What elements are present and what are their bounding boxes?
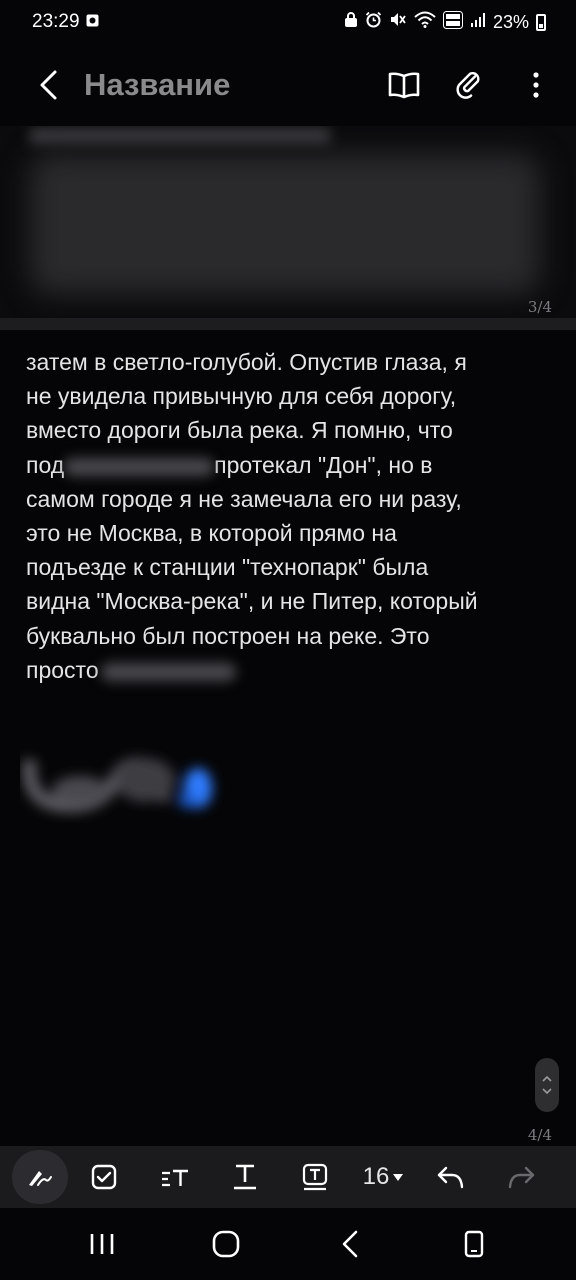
- status-time: 23:29: [32, 11, 80, 32]
- handwriting-drawing[interactable]: [20, 730, 230, 830]
- open-book-icon: [388, 72, 420, 99]
- font-size-value: 16: [362, 1163, 390, 1190]
- redacted-line: [30, 128, 330, 144]
- top-app-bar: Название: [0, 44, 576, 126]
- notification-icon: [86, 11, 99, 33]
- redacted-word: [64, 457, 215, 476]
- text-style-button[interactable]: [140, 1150, 210, 1204]
- more-vertical-icon: [533, 72, 539, 98]
- pen-icon: [29, 1171, 52, 1186]
- system-navigation-bar: [0, 1208, 576, 1280]
- page-indicator-3: 3/4: [527, 298, 552, 316]
- text-style-icon: [162, 1169, 188, 1187]
- battery-icon: [536, 13, 546, 31]
- signal-icon: [470, 12, 486, 33]
- system-back-button[interactable]: [320, 1214, 380, 1274]
- undo-button[interactable]: [416, 1150, 486, 1204]
- note-line: затем в светло-голубой. Опустив глаза, я: [26, 349, 467, 375]
- status-right: 23%: [344, 10, 546, 34]
- undo-icon: [437, 1166, 464, 1189]
- chevron-left-icon: [40, 70, 57, 100]
- back-arrow-icon: [342, 1230, 358, 1258]
- note-body[interactable]: затем в светло-голубой. Опустив глаза, я…: [26, 345, 546, 687]
- chevron-down-icon: [542, 1088, 552, 1094]
- note-line: под протекал "Дон", но в: [26, 448, 546, 482]
- note-page-3[interactable]: 3/4: [0, 126, 576, 318]
- status-left: 23:29: [32, 11, 99, 33]
- mute-icon: [389, 11, 407, 33]
- home-icon: [212, 1230, 240, 1258]
- wifi-icon: [414, 11, 436, 33]
- reading-mode-button[interactable]: [384, 65, 424, 105]
- chevron-up-icon: [542, 1076, 552, 1082]
- page-divider: [0, 318, 576, 330]
- note-line-prefix: под: [26, 451, 65, 478]
- caret-down-icon: [393, 1173, 404, 1181]
- paperclip-icon: [456, 72, 480, 99]
- font-size-selector[interactable]: 16: [350, 1150, 416, 1204]
- lock-icon: [344, 11, 358, 33]
- redo-icon: [508, 1166, 535, 1189]
- note-line: просто: [26, 653, 546, 687]
- text-underline-icon: [234, 1164, 256, 1190]
- attach-button[interactable]: [450, 65, 490, 105]
- editing-toolbar: 16: [0, 1146, 576, 1208]
- note-line-rest: протекал "Дон", но в: [214, 451, 433, 478]
- note-line: самом городе я не замечала его ни разу,: [26, 485, 462, 512]
- note-line: подъезде к станции "технопарк" была: [26, 554, 429, 581]
- phone-rotate-icon: [464, 1230, 484, 1258]
- note-line: буквально был построен на реке. Это: [26, 622, 430, 649]
- more-options-button[interactable]: [516, 65, 556, 105]
- status-bar: 23:29 23%: [0, 0, 576, 44]
- note-line: не увидела привычную для себя дорогу,: [26, 383, 457, 410]
- alarm-icon: [365, 11, 382, 33]
- redacted-word: [100, 662, 236, 681]
- home-button[interactable]: [196, 1214, 256, 1274]
- battery-percent: 23%: [492, 11, 529, 32]
- pen-button[interactable]: [12, 1150, 68, 1204]
- redo-button[interactable]: [486, 1150, 556, 1204]
- recents-icon: [90, 1234, 114, 1254]
- note-line: это не Москва, в которой прямо на: [26, 520, 397, 547]
- recent-apps-button[interactable]: [72, 1214, 132, 1274]
- top-actions: [384, 65, 556, 105]
- checkbox-button[interactable]: [68, 1150, 140, 1204]
- volte-icon: [442, 10, 463, 34]
- checkbox-icon: [91, 1164, 117, 1190]
- scroll-handle[interactable]: [535, 1058, 559, 1112]
- note-line: видна "Москва-река", и не Питер, который: [26, 588, 478, 615]
- keyboard-hide-button[interactable]: [444, 1214, 504, 1274]
- text-box-icon: [302, 1163, 328, 1191]
- note-title[interactable]: Название: [84, 67, 384, 103]
- note-line-prefix: просто: [26, 656, 99, 683]
- note-line: вместо дороги была река. Я помню, что: [26, 417, 453, 444]
- back-button[interactable]: [26, 63, 70, 107]
- text-format-button[interactable]: [210, 1150, 280, 1204]
- text-box-button[interactable]: [280, 1150, 350, 1204]
- page-indicator-4: 4/4: [527, 1126, 552, 1144]
- redacted-content: [30, 154, 540, 294]
